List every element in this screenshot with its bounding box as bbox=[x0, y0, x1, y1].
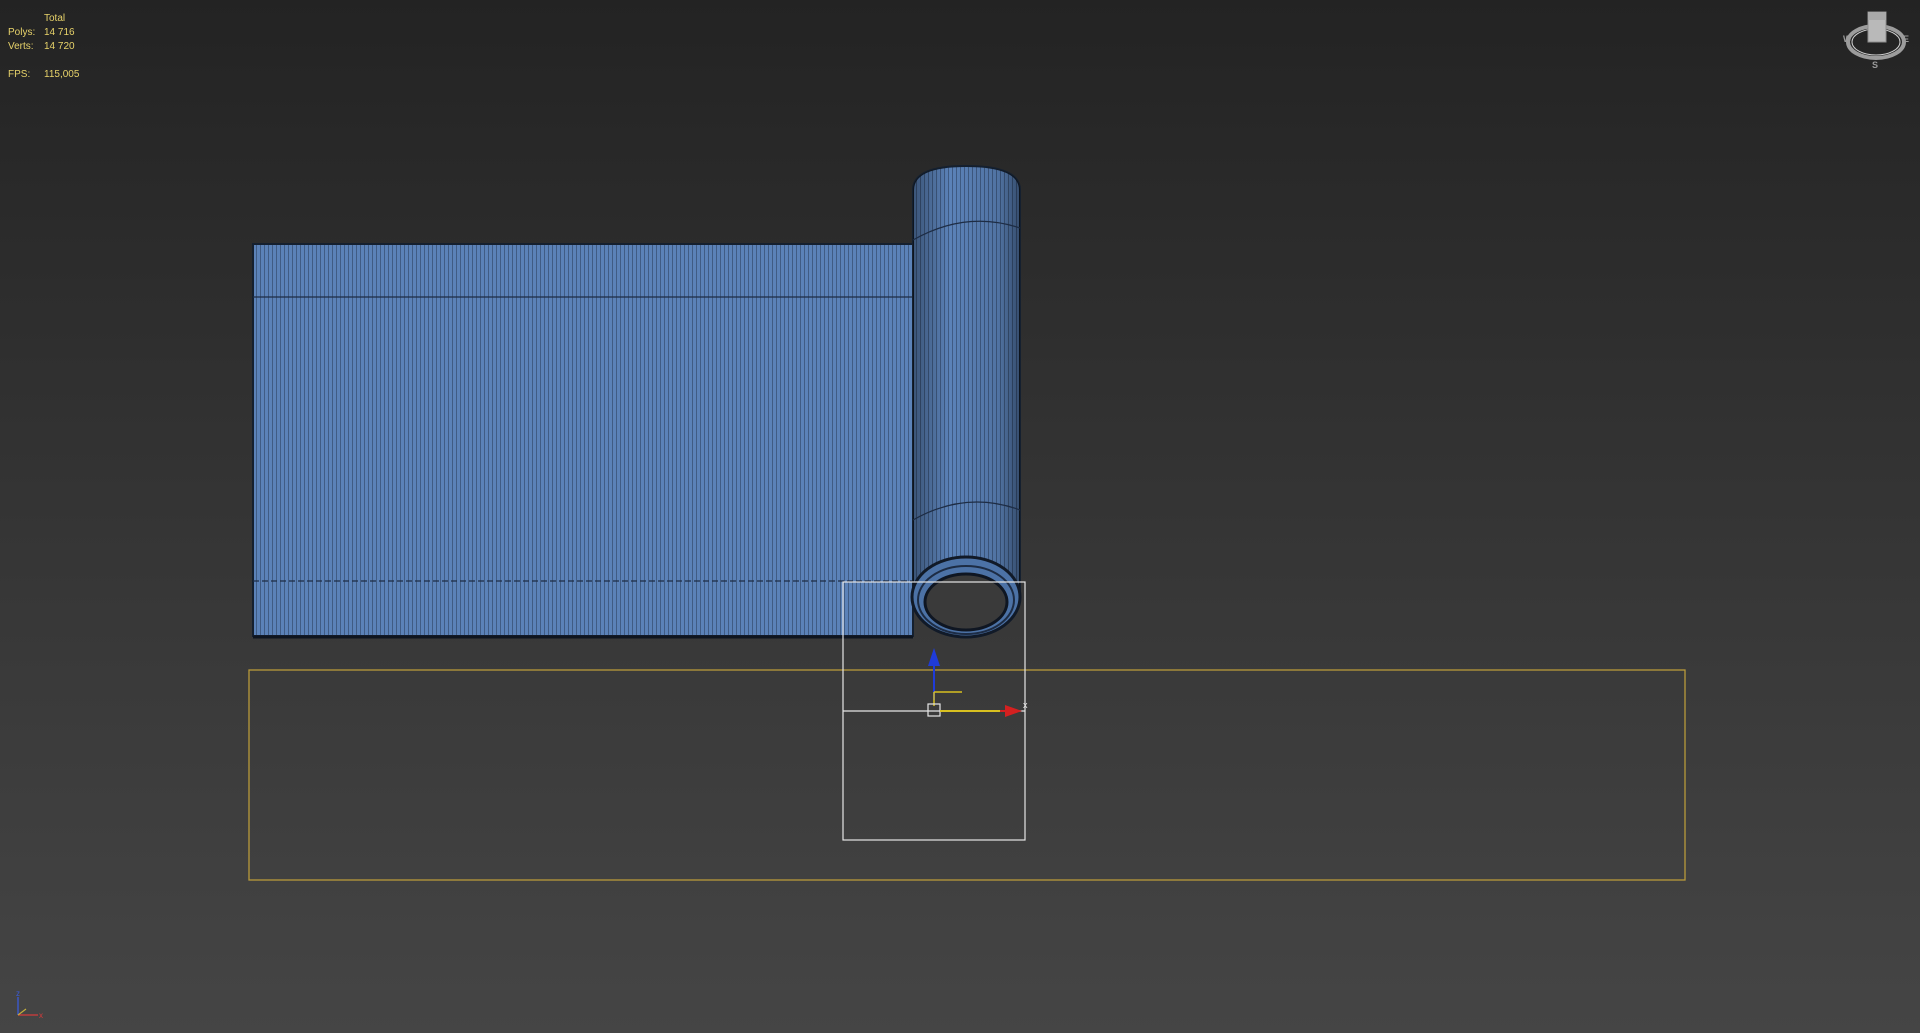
viewport-perspective[interactable]: Total Polys: 14 716 Verts: 14 720 FPS: 1… bbox=[0, 0, 1920, 1033]
world-axis-tripod-icon: z x bbox=[12, 989, 48, 1020]
move-gizmo-icon[interactable]: x bbox=[927, 648, 1028, 717]
viewcube-compass-icon[interactable]: W E S bbox=[1842, 8, 1910, 72]
viewcube-west-label[interactable]: W bbox=[1843, 34, 1852, 44]
axis-z-label: z bbox=[16, 989, 20, 998]
mesh-rug-sheet[interactable] bbox=[252, 243, 914, 639]
viewcube-east-label[interactable]: E bbox=[1903, 34, 1909, 44]
mesh-rug-roll[interactable] bbox=[910, 164, 1022, 639]
viewcube-south-label[interactable]: S bbox=[1872, 60, 1878, 70]
selection-bounding-box bbox=[248, 669, 1686, 881]
gizmo-x-label: x bbox=[1023, 700, 1028, 710]
axis-x-label: x bbox=[39, 1011, 43, 1019]
scene-canvas[interactable]: x bbox=[0, 0, 1920, 1033]
